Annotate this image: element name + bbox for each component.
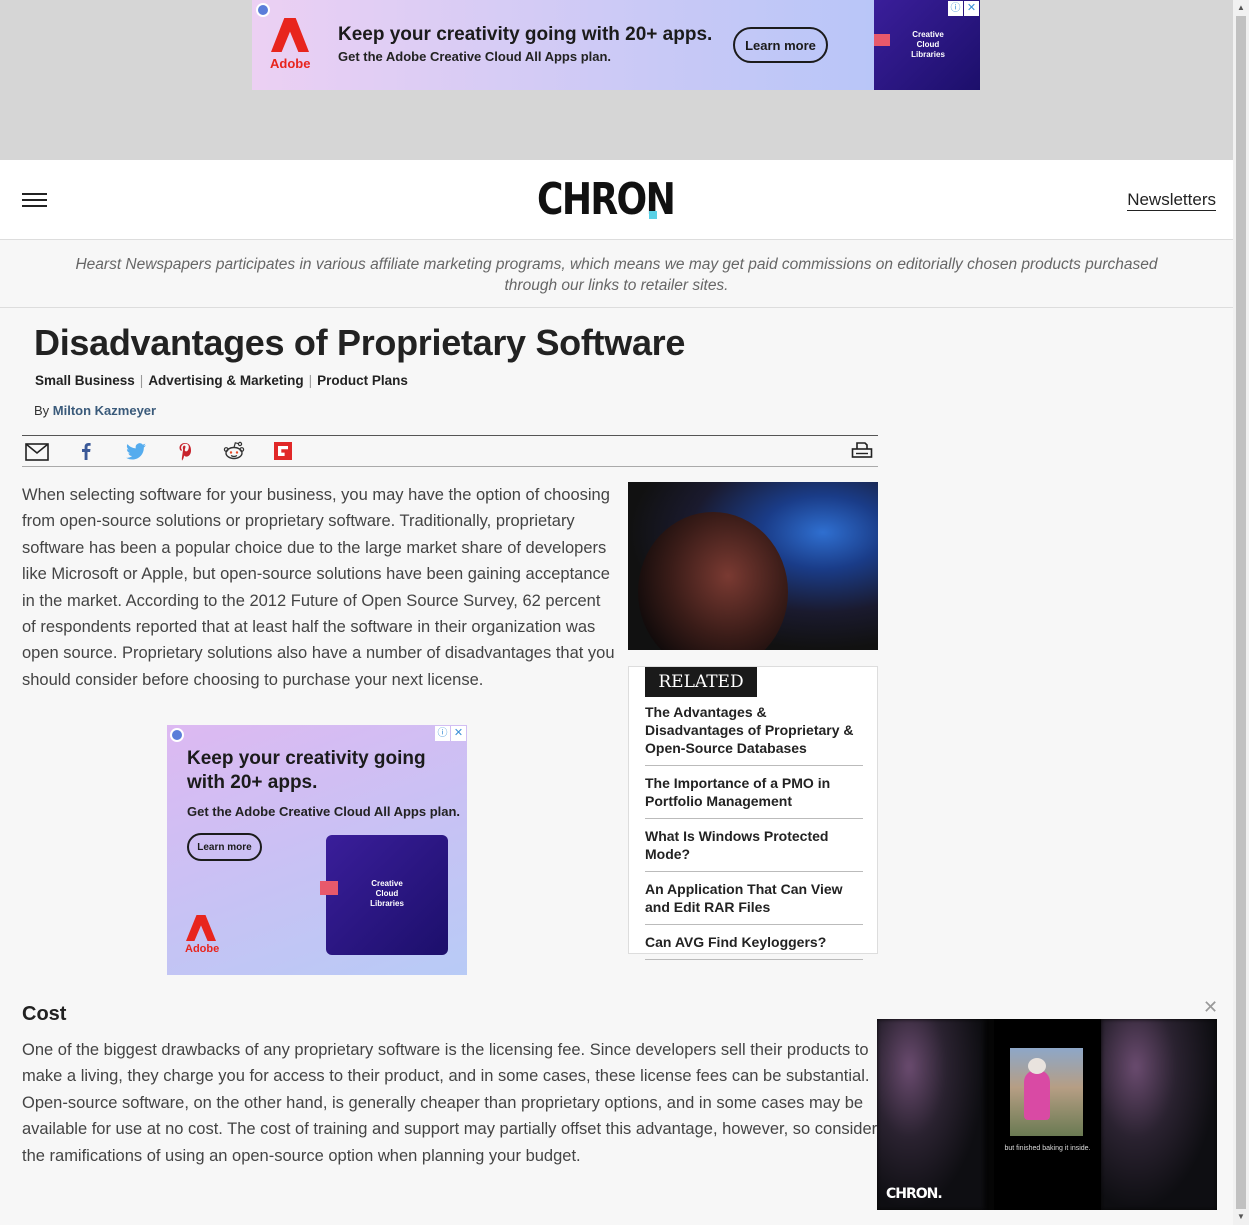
- video-thumbnail: [1010, 1048, 1083, 1136]
- twitter-icon[interactable]: [125, 443, 147, 461]
- site-header: CHRON Newsletters: [0, 160, 1233, 240]
- adobe-a-icon: [186, 915, 216, 941]
- related-list: The Advantages & Disadvantages of Propri…: [645, 703, 863, 968]
- category-breadcrumb: Small Business | Advertising & Marketing | P…: [35, 373, 408, 388]
- adobe-brand-text: Adobe: [270, 56, 311, 71]
- mid-ad-learn-more-button[interactable]: Learn more: [187, 833, 262, 861]
- print-icon[interactable]: [851, 441, 873, 461]
- menu-icon[interactable]: [22, 193, 47, 208]
- related-link[interactable]: The Importance of a PMO in Portfolio Man…: [645, 774, 863, 819]
- affiliate-notice: Hearst Newspapers participates in variou…: [0, 241, 1233, 308]
- adobe-a-icon: [271, 18, 309, 52]
- category-link[interactable]: Small Business: [35, 373, 135, 388]
- article-photo: [628, 482, 878, 650]
- section-body: One of the biggest drawbacks of any prop…: [22, 1041, 878, 1165]
- by-label: By: [34, 403, 50, 418]
- ad-close-icon[interactable]: ✕: [964, 1, 979, 16]
- video-blur-right: [1101, 1019, 1217, 1210]
- top-ad-banner[interactable]: Adobe Keep your creativity going with 20…: [252, 0, 980, 90]
- photo-subject: [638, 512, 788, 650]
- video-person: [1024, 1070, 1050, 1120]
- top-ad-learn-more-button[interactable]: Learn more: [733, 27, 828, 63]
- related-link[interactable]: An Application That Can View and Edit RA…: [645, 880, 863, 925]
- floating-video-player[interactable]: but finished baking it inside. CHRON.: [877, 1019, 1217, 1210]
- byline: By Milton Kazmeyer: [34, 403, 156, 418]
- top-ad-headline: Keep your creativity going with 20+ apps…: [338, 24, 713, 45]
- category-link[interactable]: Product Plans: [317, 373, 408, 388]
- mid-ad-headline: Keep your creativity going with 20+ apps…: [187, 748, 426, 793]
- section-heading: Cost: [22, 1003, 67, 1025]
- mid-ad-panel-text: Creative Cloud Libraries: [370, 879, 404, 908]
- ad-choices-icon[interactable]: [256, 3, 270, 17]
- adobe-brand-text: Adobe: [185, 943, 220, 955]
- flipboard-icon[interactable]: [274, 442, 292, 460]
- newsletters-link[interactable]: Newsletters: [1127, 190, 1216, 211]
- video-caption: but finished baking it inside.: [1004, 1145, 1091, 1152]
- logo-dot: [649, 211, 657, 219]
- mid-ad-subline: Get the Adobe Creative Cloud All Apps pl…: [187, 804, 461, 819]
- video-frame: but finished baking it inside.: [994, 1019, 1101, 1210]
- video-logo: CHRON.: [886, 1186, 943, 1202]
- top-ad-panel-text: Creative Cloud Libraries: [911, 30, 945, 59]
- video-person-head: [1028, 1058, 1046, 1074]
- article-title: Disadvantages of Proprietary Software: [34, 322, 686, 363]
- page-scrollbar[interactable]: ▲ ▼: [1233, 0, 1249, 1225]
- scroll-thumb[interactable]: [1236, 16, 1246, 1209]
- video-blur-left: [877, 1019, 984, 1210]
- mid-ad-banner[interactable]: ⓘ ✕ Keep your creativity going with 20+ …: [167, 725, 467, 975]
- scroll-up-icon[interactable]: ▲: [1237, 3, 1245, 12]
- related-label: RELATED: [645, 667, 757, 697]
- author-link[interactable]: Milton Kazmeyer: [53, 403, 156, 418]
- panel-accent: [320, 881, 338, 895]
- share-bar: [22, 435, 878, 467]
- ad-info-icon[interactable]: ⓘ: [435, 726, 450, 741]
- email-icon[interactable]: [25, 443, 49, 461]
- related-link[interactable]: What Is Windows Protected Mode?: [645, 827, 863, 872]
- category-link[interactable]: Advertising & Marketing: [148, 373, 303, 388]
- reddit-icon[interactable]: [223, 441, 245, 461]
- adobe-logo: Adobe: [270, 18, 310, 74]
- adobe-logo: Adobe: [185, 915, 220, 955]
- top-ad-subline: Get the Adobe Creative Cloud All Apps pl…: [338, 49, 612, 64]
- related-link[interactable]: The Advantages & Disadvantages of Propri…: [645, 703, 863, 766]
- ad-choices-icon[interactable]: [170, 728, 184, 742]
- ad-close-icon[interactable]: ✕: [451, 726, 466, 741]
- scroll-down-icon[interactable]: ▼: [1237, 1212, 1245, 1221]
- article-intro: When selecting software for your busines…: [22, 486, 615, 689]
- ad-info-icon[interactable]: ⓘ: [948, 1, 963, 16]
- facebook-icon[interactable]: [81, 442, 91, 460]
- related-link[interactable]: Can AVG Find Keyloggers?: [645, 933, 863, 960]
- panel-accent: [874, 34, 890, 46]
- related-box: RELATED The Advantages & Disadvantages o…: [628, 666, 878, 960]
- video-close-icon[interactable]: ✕: [1203, 998, 1218, 1016]
- mid-ad-panel: Creative Cloud Libraries: [320, 835, 448, 955]
- top-ad-band: Adobe Keep your creativity going with 20…: [0, 0, 1233, 160]
- pinterest-icon[interactable]: [178, 442, 192, 461]
